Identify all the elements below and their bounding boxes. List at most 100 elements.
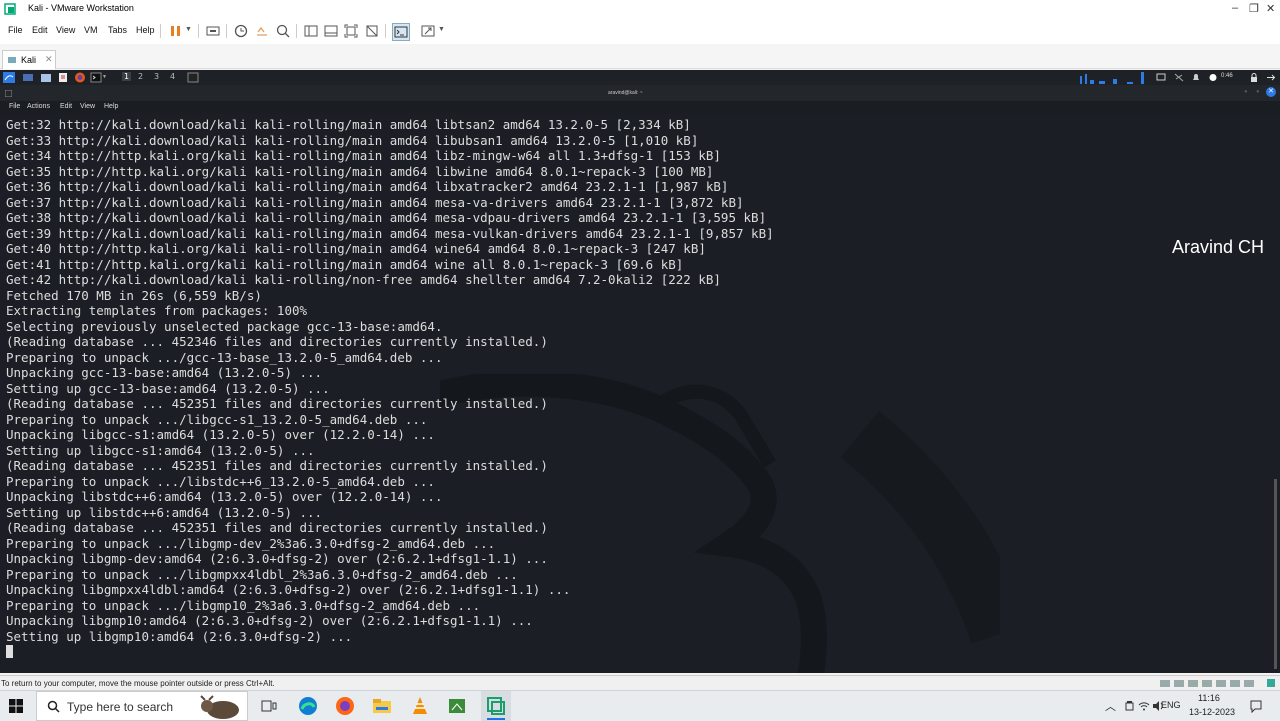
menu-vm[interactable]: VM bbox=[84, 25, 98, 35]
logout-icon[interactable] bbox=[1266, 73, 1276, 82]
message-log-icon[interactable] bbox=[1266, 678, 1276, 688]
vmware-logo-icon bbox=[4, 3, 16, 15]
terminal-title-bar: aravind@kali: ~ ● ● ✕ bbox=[0, 85, 1280, 101]
menu-edit[interactable]: Edit bbox=[32, 25, 48, 35]
workspace-3[interactable]: 3 bbox=[154, 72, 159, 81]
terminal-line: Preparing to unpack .../libgmp-dev_2%3a6… bbox=[6, 535, 496, 551]
workspace-1[interactable]: 1 bbox=[122, 72, 132, 81]
chevron-down-icon[interactable]: ▼ bbox=[438, 26, 445, 33]
language-indicator[interactable]: ENG bbox=[1161, 700, 1181, 710]
tray-overflow-icon[interactable]: ︿ bbox=[1105, 698, 1116, 714]
full-screen-icon[interactable] bbox=[343, 23, 359, 39]
network-off-icon[interactable] bbox=[1174, 73, 1184, 82]
terminal-menu-edit[interactable]: Edit bbox=[60, 103, 72, 110]
terminal-minimize-icon[interactable]: ● bbox=[1244, 89, 1248, 95]
terminal-line: Setting up libgmp10:amd64 (2:6.3.0+dfsg-… bbox=[6, 628, 353, 644]
wifi-icon[interactable] bbox=[1138, 700, 1150, 712]
terminal-icon[interactable] bbox=[90, 72, 102, 83]
revert-snapshot-icon[interactable] bbox=[254, 23, 270, 39]
minimize-icon[interactable]: – bbox=[1232, 2, 1238, 14]
file-manager-icon[interactable] bbox=[40, 72, 52, 83]
menu-view[interactable]: View bbox=[56, 25, 75, 35]
scrollbar-thumb[interactable] bbox=[1274, 479, 1277, 669]
vm-tab-bar: Kali ✕ bbox=[0, 44, 1280, 69]
display-icon[interactable] bbox=[1156, 73, 1166, 82]
terminal-line: Preparing to unpack .../libgcc-s1_13.2.0… bbox=[6, 411, 428, 427]
notification-icon[interactable] bbox=[1191, 73, 1201, 82]
text-editor-icon[interactable] bbox=[58, 72, 68, 83]
terminal-menu-view[interactable]: View bbox=[80, 103, 95, 110]
chevron-down-icon[interactable]: ▼ bbox=[102, 74, 107, 80]
menu-tabs[interactable]: Tabs bbox=[108, 25, 127, 35]
menu-file[interactable]: File bbox=[8, 25, 23, 35]
terminal-line: Get:39 http://kali.download/kali kali-ro… bbox=[6, 225, 774, 241]
unity-mode-icon[interactable] bbox=[364, 23, 380, 39]
stretch-guest-icon[interactable] bbox=[420, 23, 436, 39]
clock-date[interactable]: 13-12-2023 bbox=[1189, 707, 1235, 717]
workspace-4[interactable]: 4 bbox=[170, 72, 175, 81]
terminal-line: Get:34 http://http.kali.org/kali kali-ro… bbox=[6, 148, 721, 163]
battery-icon[interactable] bbox=[1124, 700, 1136, 712]
maximize-icon[interactable]: ❐ bbox=[1249, 2, 1259, 15]
terminal-output[interactable]: Get:32 http://kali.download/kali kali-ro… bbox=[0, 114, 1272, 673]
terminal-title: aravind@kali: ~ bbox=[608, 90, 643, 96]
tab-kali[interactable]: Kali ✕ bbox=[2, 50, 56, 69]
terminal-task-icon[interactable] bbox=[187, 72, 199, 83]
vmware-taskbar-icon bbox=[487, 697, 505, 715]
firefox-icon[interactable] bbox=[74, 72, 86, 83]
vlc-icon[interactable] bbox=[409, 695, 431, 717]
kali-top-panel: ▼ 1 2 3 4 0:46 bbox=[0, 70, 1280, 85]
console-view-icon[interactable] bbox=[392, 23, 410, 41]
file-explorer-icon[interactable] bbox=[371, 695, 393, 717]
cpu-graph-icon bbox=[1080, 72, 1144, 84]
vmware-taskbar-button-active[interactable] bbox=[481, 691, 511, 721]
firefox-taskbar-icon[interactable] bbox=[334, 695, 356, 717]
close-icon[interactable]: ✕ bbox=[1266, 2, 1275, 15]
terminal-line: Preparing to unpack .../gcc-13-base_13.2… bbox=[6, 349, 443, 365]
terminal-line: Unpacking libgmpxx4ldbl:amd64 (2:6.3.0+d… bbox=[6, 582, 571, 597]
terminal-line: Unpacking libgcc-s1:amd64 (13.2.0-5) ove… bbox=[6, 427, 435, 442]
windows-start-icon[interactable] bbox=[9, 699, 23, 713]
vm-icon bbox=[8, 57, 16, 63]
windows-taskbar: Type here to search ︿ ENG 11:16 13-12-20… bbox=[0, 690, 1280, 721]
terminal-line: Extracting templates from packages: 100% bbox=[6, 303, 308, 318]
kali-menu-icon[interactable] bbox=[3, 72, 15, 83]
notifications-icon[interactable] bbox=[1249, 699, 1263, 713]
window-title: Kali - VMware Workstation bbox=[28, 3, 134, 13]
terminal-close-icon[interactable]: ✕ bbox=[1266, 87, 1276, 97]
menu-help[interactable]: Help bbox=[136, 25, 155, 35]
search-icon bbox=[47, 700, 60, 713]
clock-time[interactable]: 11:16 bbox=[1198, 693, 1220, 703]
snapshot-icon[interactable] bbox=[233, 23, 249, 39]
pause-icon[interactable] bbox=[168, 23, 184, 39]
tab-close-icon[interactable]: ✕ bbox=[45, 54, 53, 65]
chevron-down-icon[interactable]: ▼ bbox=[185, 26, 192, 33]
terminal-menu-bar: File Actions Edit View Help bbox=[0, 101, 1280, 114]
app-icon[interactable] bbox=[446, 695, 468, 717]
terminal-line: Selecting previously unselected package … bbox=[6, 318, 443, 334]
lock-icon[interactable] bbox=[1249, 73, 1259, 82]
panel-clock: 0:46 bbox=[1221, 73, 1233, 79]
device-status-icons[interactable] bbox=[1160, 678, 1260, 689]
taskbar-search-box[interactable]: Type here to search bbox=[36, 691, 248, 721]
terminal-menu-help[interactable]: Help bbox=[104, 103, 118, 110]
terminal-maximize-icon[interactable]: ● bbox=[1256, 89, 1260, 95]
show-desktop-icon[interactable] bbox=[22, 72, 34, 83]
terminal-line: Preparing to unpack .../libgmp10_2%3a6.3… bbox=[6, 597, 481, 613]
thumbnail-bar-icon[interactable] bbox=[323, 23, 339, 39]
terminal-line: Preparing to unpack .../libgmpxx4ldbl_2%… bbox=[6, 566, 518, 582]
workspace-2[interactable]: 2 bbox=[138, 72, 143, 81]
terminal-menu-file[interactable]: File bbox=[9, 103, 20, 110]
send-ctrl-alt-del-icon[interactable] bbox=[205, 23, 221, 39]
power-icon[interactable] bbox=[1208, 73, 1218, 82]
show-library-icon[interactable] bbox=[303, 23, 319, 39]
edge-icon[interactable] bbox=[297, 695, 319, 717]
terminal-menu-actions[interactable]: Actions bbox=[27, 103, 50, 110]
snapshot-manager-icon[interactable] bbox=[275, 23, 291, 39]
terminal-line: Setting up libstdc++6:amd64 (13.2.0-5) .… bbox=[6, 504, 323, 520]
task-view-icon[interactable] bbox=[258, 695, 280, 717]
terminal-line: Setting up libgcc-s1:amd64 (13.2.0-5) ..… bbox=[6, 442, 315, 458]
terminal-scrollbar[interactable] bbox=[1272, 114, 1280, 673]
tab-label: Kali bbox=[21, 55, 37, 65]
terminal-line: Unpacking libgmp10:amd64 (2:6.3.0+dfsg-2… bbox=[6, 613, 533, 628]
